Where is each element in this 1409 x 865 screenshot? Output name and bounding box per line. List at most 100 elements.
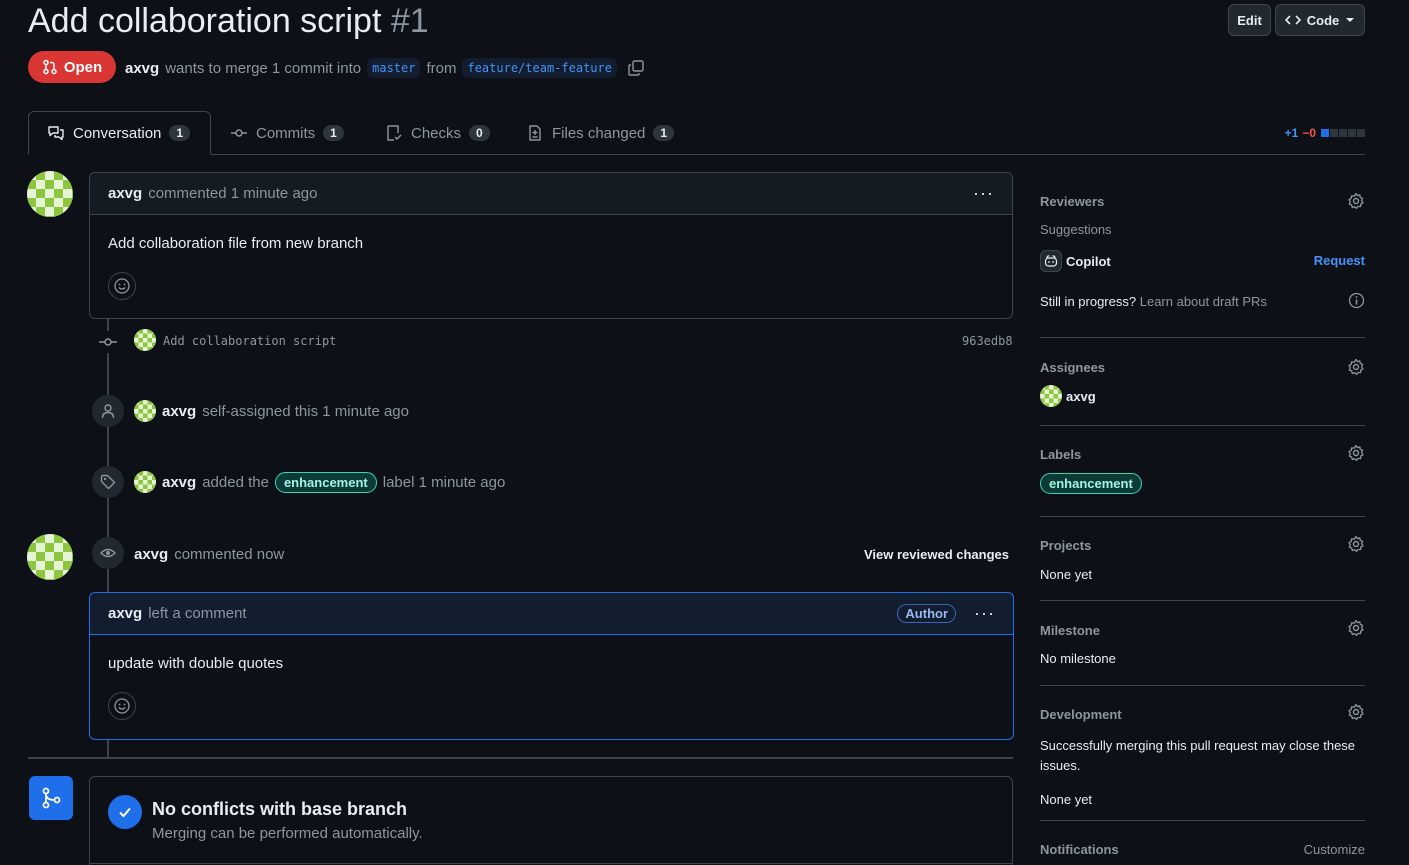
avatar[interactable] xyxy=(134,329,156,351)
gear-icon[interactable] xyxy=(1347,535,1365,553)
label-enhancement[interactable]: enhancement xyxy=(274,471,377,493)
avatar[interactable] xyxy=(27,171,73,217)
commit-message[interactable]: Add collaboration script xyxy=(163,334,336,348)
from-text: from xyxy=(426,59,457,77)
comment-time[interactable]: commented 1 minute ago xyxy=(148,185,317,202)
info-icon[interactable] xyxy=(1348,292,1365,309)
timeline-end-divider xyxy=(28,757,1013,759)
sidebar-reviewers: Reviewers Suggestions Copilot Request St… xyxy=(1040,180,1365,338)
tab-checks[interactable]: Checks 0 xyxy=(367,111,508,155)
self-assigned-event: axvg self-assigned this 1 minute ago xyxy=(134,400,409,422)
comment-menu-button[interactable]: ··· xyxy=(974,603,995,624)
assignee-item[interactable]: axvg xyxy=(1040,385,1096,407)
suggestions-label: Suggestions xyxy=(1040,222,1112,237)
tag-icon xyxy=(100,474,116,490)
sidebar-projects: Projects None yet xyxy=(1040,517,1365,601)
smiley-icon xyxy=(114,698,130,714)
tab-files-changed-count: 1 xyxy=(653,125,675,141)
tab-files-changed[interactable]: Files changed 1 xyxy=(508,111,692,155)
event-author[interactable]: axvg xyxy=(162,474,196,491)
event-text: added the xyxy=(202,473,269,491)
commit-sha[interactable]: 963edb8 xyxy=(962,334,1013,348)
base-branch[interactable]: master xyxy=(367,58,421,78)
event-node xyxy=(92,395,124,427)
edit-button[interactable]: Edit xyxy=(1228,4,1271,36)
avatar[interactable] xyxy=(134,400,156,422)
comment-author[interactable]: axvg xyxy=(108,605,142,622)
projects-title[interactable]: Projects xyxy=(1040,538,1091,553)
git-merge-icon xyxy=(42,787,61,809)
labels-title[interactable]: Labels xyxy=(1040,447,1081,462)
gear-icon[interactable] xyxy=(1347,192,1365,210)
merge-text: wants to merge 1 commit into xyxy=(165,59,362,77)
code-icon xyxy=(1284,15,1301,25)
add-reaction-button[interactable] xyxy=(108,692,136,720)
tab-commits-count: 1 xyxy=(323,125,344,141)
merge-icon-tile xyxy=(29,776,73,820)
commit-node xyxy=(97,331,119,353)
reviewers-title[interactable]: Reviewers xyxy=(1040,194,1104,209)
code-button-label: Code xyxy=(1306,12,1340,28)
development-title[interactable]: Development xyxy=(1040,707,1122,722)
avatar[interactable] xyxy=(134,471,156,493)
diffstat[interactable]: +1 −0 xyxy=(1285,126,1365,140)
eye-icon xyxy=(100,548,116,558)
gear-icon[interactable] xyxy=(1347,619,1365,637)
tab-checks-label: Checks xyxy=(411,124,462,142)
pr-meta: axvg wants to merge 1 commit into master… xyxy=(125,58,645,78)
avatar xyxy=(1040,385,1062,407)
code-button[interactable]: Code xyxy=(1275,4,1365,36)
tab-conversation-count: 1 xyxy=(169,125,191,141)
view-reviewed-changes-link[interactable]: View reviewed changes xyxy=(864,547,1009,562)
comment-body: Add collaboration file from new branch xyxy=(108,235,364,252)
add-reaction-button[interactable] xyxy=(108,272,136,300)
chevron-down-icon xyxy=(1346,18,1355,22)
gear-icon[interactable] xyxy=(1347,444,1365,462)
merge-box-title: No conflicts with base branch xyxy=(152,799,408,819)
comment-header: axvg left a comment Author ··· xyxy=(90,593,1013,635)
review-author[interactable]: axvg xyxy=(134,546,168,563)
draft-prs-link[interactable]: Learn about draft PRs xyxy=(1140,294,1267,309)
comment-author[interactable]: axvg xyxy=(108,185,142,202)
person-icon xyxy=(101,404,115,419)
gear-icon[interactable] xyxy=(1347,703,1365,721)
comment-body: update with double quotes xyxy=(108,655,284,672)
pr-title: Add collaboration script xyxy=(28,2,382,40)
assignee-name: axvg xyxy=(1066,388,1096,404)
file-diff-icon xyxy=(529,125,541,141)
copy-icon[interactable] xyxy=(627,59,645,77)
milestone-title[interactable]: Milestone xyxy=(1040,623,1100,638)
customize-notifications-link[interactable]: Customize xyxy=(1304,842,1365,857)
checks-icon xyxy=(387,125,402,141)
tab-conversation[interactable]: Conversation 1 xyxy=(28,111,211,155)
pr-number: #1 xyxy=(390,2,429,40)
smiley-icon xyxy=(114,278,130,294)
tab-checks-count: 0 xyxy=(469,125,490,141)
merge-box-divider xyxy=(90,863,1012,864)
event-text: self-assigned this 1 minute ago xyxy=(202,402,409,420)
comment-menu-button[interactable]: ··· xyxy=(973,183,994,204)
check-icon xyxy=(119,807,131,818)
edit-button-label: Edit xyxy=(1237,12,1262,28)
event-author[interactable]: axvg xyxy=(162,403,196,420)
label-enhancement[interactable]: enhancement xyxy=(1040,473,1142,494)
labeled-event: axvg added the enhancement label 1 minut… xyxy=(134,471,505,493)
sidebar-notifications: Notifications Customize xyxy=(1040,821,1365,861)
avatar[interactable] xyxy=(27,534,73,580)
review-comment: axvg left a comment Author ··· update wi… xyxy=(89,592,1014,740)
head-branch[interactable]: feature/team-feature xyxy=(462,58,617,78)
pr-author[interactable]: axvg xyxy=(125,60,159,77)
assignees-title[interactable]: Assignees xyxy=(1040,360,1105,375)
development-description: Successfully merging this pull request m… xyxy=(1040,738,1356,773)
copilot-reviewer: Copilot xyxy=(1066,254,1111,269)
tab-commits[interactable]: Commits 1 xyxy=(212,111,362,155)
event-time: label 1 minute ago xyxy=(382,473,506,491)
projects-value: None yet xyxy=(1040,567,1093,582)
review-time[interactable]: commented now xyxy=(174,546,284,563)
merge-box-subtitle: Merging can be performed automatically. xyxy=(152,825,423,842)
milestone-value: No milestone xyxy=(1040,651,1116,666)
request-review-button[interactable]: Request xyxy=(1314,253,1365,268)
sidebar-assignees: Assignees axvg xyxy=(1040,338,1365,426)
draft-pr-hint: Still in progress? Learn about draft PRs xyxy=(1040,294,1267,309)
gear-icon[interactable] xyxy=(1347,358,1365,376)
